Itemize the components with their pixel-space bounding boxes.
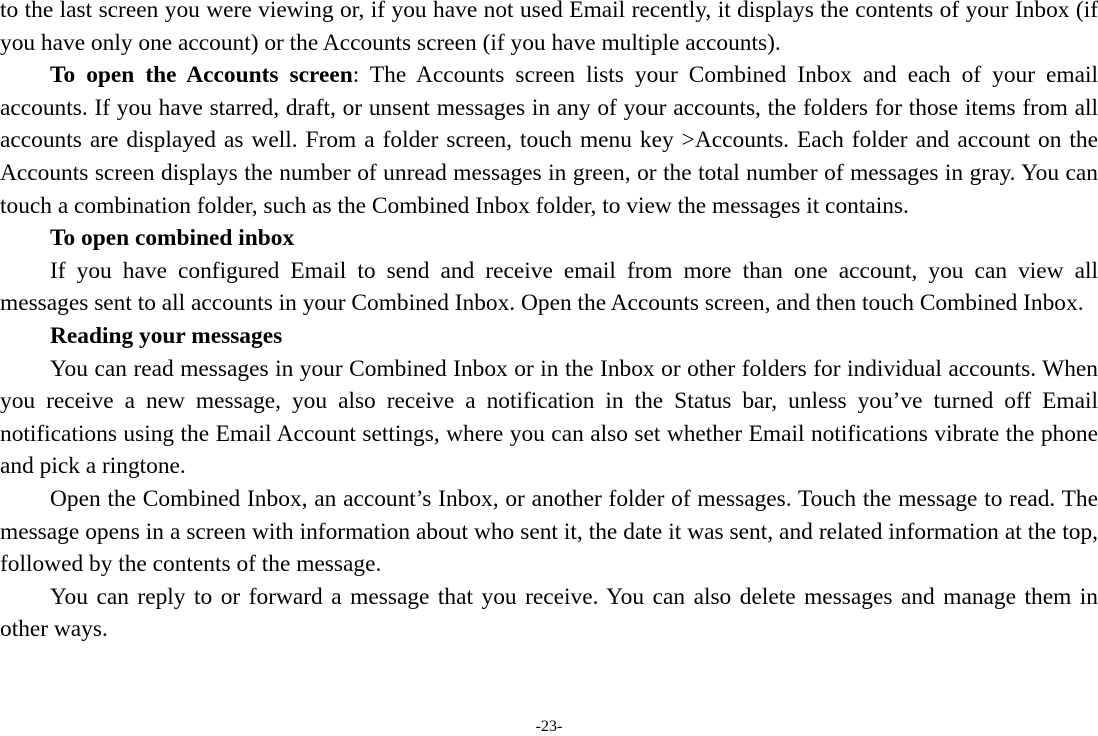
section-heading: To open combined inbox (50, 225, 295, 252)
paragraph-text: You can read messages in your Combined I… (0, 355, 1098, 480)
heading-reading-messages: Reading your messages (0, 320, 1098, 353)
paragraph-text: to the last screen you were viewing or, … (0, 0, 1098, 56)
section-heading: Reading your messages (50, 322, 283, 349)
section-heading: To open the Accounts screen (50, 62, 353, 89)
paragraph-open-accounts: To open the Accounts screen: The Account… (0, 59, 1098, 222)
paragraph-intro-continued: to the last screen you were viewing or, … (0, 0, 1098, 59)
page-number: -23- (535, 718, 563, 735)
paragraph-text: If you have configured Email to send and… (0, 257, 1098, 317)
paragraph-text: You can reply to or forward a message th… (0, 583, 1098, 643)
paragraph-reading-1: You can read messages in your Combined I… (0, 353, 1098, 483)
paragraph-reading-2: Open the Combined Inbox, an account’s In… (0, 483, 1098, 581)
document-page: to the last screen you were viewing or, … (0, 0, 1098, 646)
paragraph-reading-3: You can reply to or forward a message th… (0, 581, 1098, 646)
paragraph-combined-inbox: If you have configured Email to send and… (0, 255, 1098, 320)
paragraph-text: Open the Combined Inbox, an account’s In… (0, 485, 1098, 578)
heading-combined-inbox: To open combined inbox (0, 222, 1098, 255)
